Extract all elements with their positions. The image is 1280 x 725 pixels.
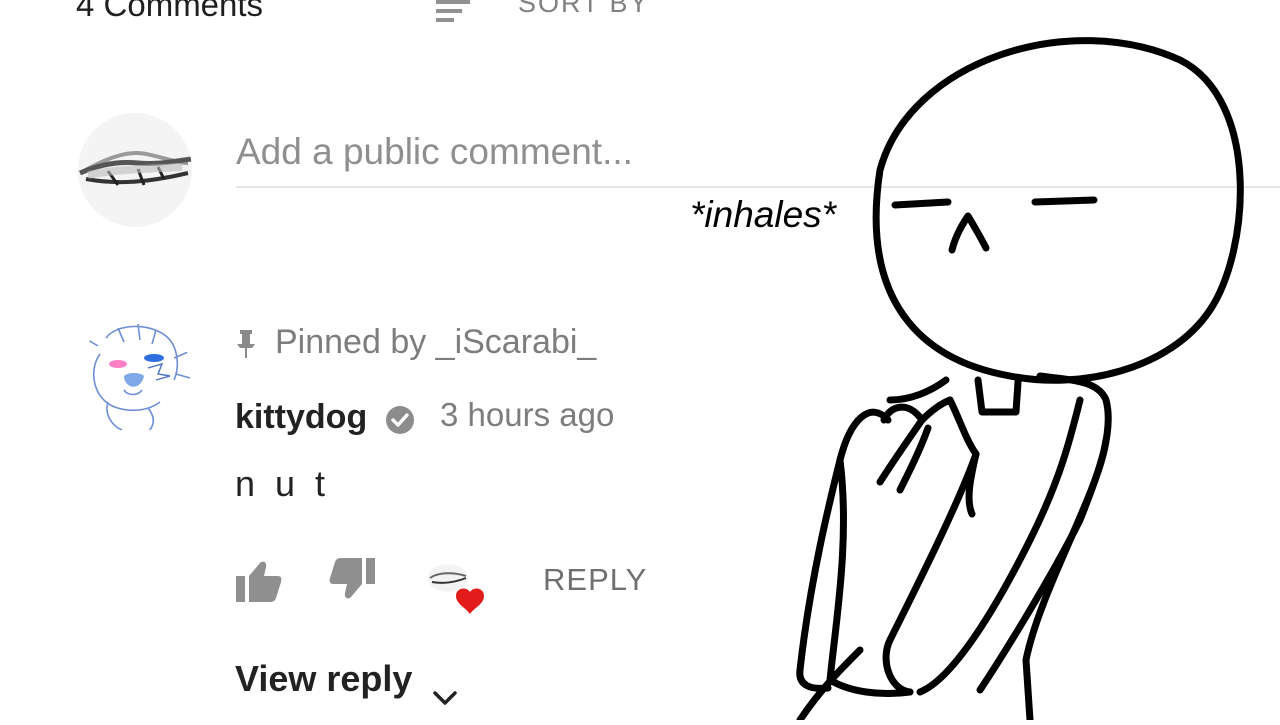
view-reply-label: View reply <box>235 658 413 699</box>
sort-by-button[interactable]: SORT BY <box>518 0 650 19</box>
comment-text: n u t <box>235 463 331 504</box>
commenter-avatar[interactable] <box>78 318 192 432</box>
sort-icon[interactable] <box>436 0 470 22</box>
chevron-down-icon <box>432 673 458 706</box>
pin-icon <box>236 330 256 358</box>
pinned-label: Pinned by _iScarabi_ <box>275 323 597 361</box>
thumbs-up-icon[interactable] <box>236 560 282 602</box>
view-reply-toggle[interactable]: View reply <box>235 658 458 706</box>
heart-icon <box>456 588 484 614</box>
avatar <box>78 113 192 227</box>
comment-author[interactable]: kittydog <box>235 398 367 437</box>
comments-count: 4 Comments <box>76 0 264 23</box>
cartoon-figure-illustration <box>780 20 1280 724</box>
reply-button[interactable]: REPLY <box>543 562 647 598</box>
comment-timestamp[interactable]: 3 hours ago <box>440 396 614 434</box>
thumbs-down-icon[interactable] <box>329 558 375 600</box>
verified-check-icon <box>385 405 415 435</box>
creator-heart-badge <box>424 560 486 616</box>
